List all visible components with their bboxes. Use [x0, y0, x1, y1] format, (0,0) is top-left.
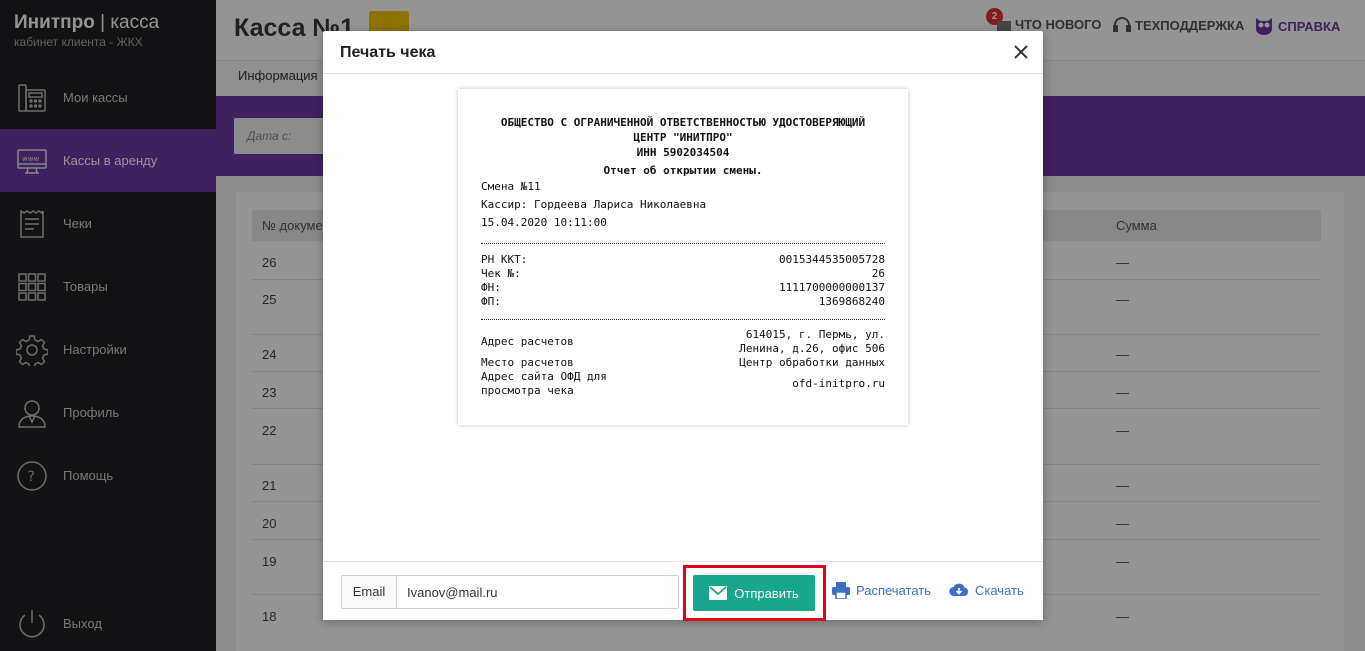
- receipt-org-line1: ОБЩЕСТВО С ОГРАНИЧЕННОЙ ОТВЕТСТВЕННОСТЬЮ…: [500, 116, 866, 129]
- receipt-place-label: Место расчетов: [481, 356, 574, 369]
- send-button[interactable]: Отправить: [693, 575, 815, 611]
- print-button[interactable]: Распечатать: [832, 582, 932, 600]
- receipt-ofd-label-1: Адрес сайта ОФД для: [481, 370, 607, 383]
- receipt-rn-kkt-label: РН ККТ:: [481, 253, 528, 266]
- receipt-org-line2: ЦЕНТР "ИНИТПРО": [633, 131, 733, 144]
- receipt-address-value-2: Ленина, д.26, офис 506: [739, 342, 885, 355]
- receipt-address-label: Адрес расчетов: [481, 335, 574, 348]
- printer-icon: [832, 582, 850, 600]
- receipt-shift: Смена №11: [481, 180, 541, 193]
- receipt-check-no-value: 26: [871, 267, 885, 280]
- receipt-inn: ИНН 5902034504: [636, 146, 730, 159]
- print-label: Распечатать: [856, 583, 932, 598]
- receipt-address-value-1: 614015, г. Пермь, ул.: [745, 328, 885, 341]
- receipt-preview: ОБЩЕСТВО С ОГРАНИЧЕННОЙ ОТВЕТСТВЕННОСТЬЮ…: [458, 89, 908, 425]
- receipt-place-value: Центр обработки данных: [739, 356, 885, 369]
- dialog-title: Печать чека: [340, 44, 436, 61]
- dialog-header: Печать чека: [323, 31, 1043, 74]
- receipt-separator: [481, 243, 885, 244]
- receipt-separator: [481, 319, 885, 320]
- download-label: Скачать: [975, 582, 1024, 598]
- download-button[interactable]: Скачать: [949, 582, 1024, 598]
- receipt-ofd-label-2: просмотра чека: [481, 384, 574, 397]
- receipt-datetime: 15.04.2020 10:11:00: [481, 216, 607, 229]
- email-field-group: Email: [341, 575, 679, 609]
- send-label: Отправить: [734, 585, 799, 601]
- receipt-cashier: Кассир: Гордеева Лариса Николаевна: [481, 198, 707, 211]
- envelope-icon: [709, 586, 728, 600]
- email-label: Email: [342, 576, 397, 608]
- email-field[interactable]: [398, 576, 678, 608]
- receipt-report-title: Отчет об открытии смены.: [603, 164, 763, 177]
- dialog-footer: Email Отправить Распечатать Скачать: [323, 561, 1043, 621]
- close-icon[interactable]: [1011, 42, 1031, 62]
- receipt-fp-value: 1369868240: [818, 295, 885, 308]
- receipt-fn-value: 1111700000000137: [779, 281, 885, 294]
- receipt-fn-label: ФН:: [481, 281, 501, 294]
- receipt-rn-kkt-value: 0015344535005728: [779, 253, 885, 266]
- print-receipt-dialog: Печать чека ОБЩЕСТВО С ОГРАНИЧЕННОЙ ОТВЕ…: [323, 31, 1043, 621]
- receipt-check-no-label: Чек №:: [481, 267, 521, 280]
- receipt-fp-label: ФП:: [481, 295, 501, 308]
- cloud-download-icon: [949, 582, 969, 598]
- receipt-ofd-value: ofd-initpro.ru: [792, 377, 885, 390]
